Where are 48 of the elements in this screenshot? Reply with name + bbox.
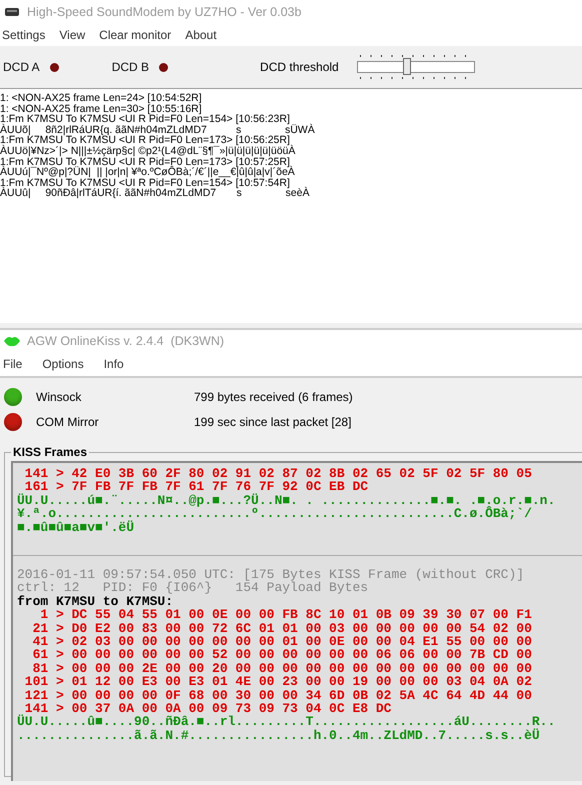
frame-line: 2016-01-11 09:57:54.050 UTC: [175 Bytes KISS Frame (without CRC)] [17,568,526,582]
monitor-line: ÀUUû| 90ñÐâ|rlTáUR{í. ããN#h04mZLdMD7 s seèÀ [0,188,310,199]
monitor-line: 1:Fm K7MSU To K7MSU <UI R Pid=F0 Len=173> [10:56:25R] [0,135,290,146]
frame-line: 41 > 02 03 00 00 00 00 00 00 00 01 00 0E 00 00 04 E1 55 00 00 00 [32,635,533,648]
menu-item[interactable]: Info [104,357,124,371]
frame-line: 121 > 00 00 00 00 0F 68 00 30 00 00 34 6D 0B 02 5A 4C 64 4D 44 00 [24,688,533,702]
menu-item[interactable]: View [59,28,86,42]
monitor-line: ÀUUú|¯Nº@p|?ÜN| || |or|n| ¥ªo.ºCøÔBà;´/€´||e__€|û|û|a|v|´õeÀ [0,167,296,178]
frame-line: ¥.ª.o.........................º.........................C.ø.ÔBà;`/ [17,507,533,521]
status-text: 199 sec since last packet [28] [194,414,352,428]
menu-item[interactable]: Settings [2,28,46,42]
menu-item[interactable]: Options [42,357,84,371]
frame-line: 1 > DC 55 04 55 01 00 0E 00 00 FB 8C 10 01 0B 09 39 30 07 00 F1 [39,608,533,622]
frame-line: 61 > 00 00 00 00 00 00 52 00 00 00 00 00 00 06 06 00 00 7B CD 00 [32,648,533,662]
dcd-label: DCD A [3,60,40,74]
slider-thumb[interactable] [403,58,412,75]
status-label: COM Mirror [36,414,100,428]
frame-line: 21 > D0 E2 00 83 00 00 72 6C 01 01 00 03 00 00 00 00 00 54 02 00 [32,622,533,636]
window-title: High-Speed SoundModem by UZ7HO - Ver 0.03b [27,5,302,19]
window-title: AGW OnlineKiss v. 2.4.4 (DK3WN) [27,334,224,348]
menu-item[interactable]: Clear monitor [99,28,172,42]
frame-line: 141 > 42 E0 3B 60 2F 80 02 91 02 87 02 8B 02 65 02 5F 02 5F 80 05 [24,467,533,480]
frame-line: 101 > 01 12 00 E3 00 E3 01 4E 00 23 00 00 19 00 00 00 03 04 0A 02 [24,675,533,689]
lips-icon [4,335,20,347]
menu-item[interactable]: File [3,357,22,371]
monitor-line: 1: <NON-AX25 frame Len=24> [10:54:52R] [0,93,203,104]
status-text: 799 bytes received (6 frames) [194,390,353,404]
status-label: Winsock [36,390,82,404]
frame-line: ctrl: 12 PID: F0 {I06^} 154 Payload Bytes [17,581,370,595]
threshold-slider[interactable] [356,54,475,80]
frame-line: 161 > 7F FB 7F FB 7F 61 7F 76 7F 92 0C EB DC [24,480,370,494]
frame-line: 141 > 00 37 0A 00 0A 00 09 73 09 73 04 0C E8 DC [24,702,392,716]
dcd-label: DCD B [112,60,150,74]
threshold-label: DCD threshold [260,60,339,74]
frame-line: 81 > 00 00 00 2E 00 00 20 00 00 00 00 00 00 00 00 00 00 00 00 00 [32,662,533,676]
monitor-line: ÀUUö|¥Nz>´|> N|||±½çärp§c| ©p2¹(L4@dL¨§¶¯»|ü|ü|ü|ü|ü|üöüÀ [0,146,296,157]
frame-line: ■.■û■û■a■v■'.ëÜ [17,520,136,534]
frame-line: ÜU.U.....ú■.¨.....N¤..@p.■...?Ü..N■. . ..............■.■. .■.o.r.■.n. [17,494,556,508]
frame-line: ...............ã.ã.N.#................h.0..4m..ZLdMD..7.....s.s..èÜ [17,728,541,742]
group-title: KISS Frames [11,445,90,459]
monitor-line: ÀUUõ| 8ñ2|rlRáUR{q. ããN#h04mZLdMD7 s sÜWÀ [0,124,316,136]
frame-line: ÜU.U.....û■....90..ñÐâ.■..rl.........T..................áU........R.. [17,715,556,729]
menu-item[interactable]: About [185,28,217,42]
monitor-line: 1: <NON-AX25 frame Len=30> [10:55:16R] [0,104,202,114]
modem-icon [4,7,20,17]
monitor-line: 1:Fm K7MSU To K7MSU <UI R Pid=F0 Len=154> [10:57:54R] [0,178,290,188]
frame-line: from K7MSU to K7MSU: [17,594,174,608]
monitor-line: 1:Fm K7MSU To K7MSU <UI R Pid=F0 Len=154> [10:56:23R] [0,114,290,125]
